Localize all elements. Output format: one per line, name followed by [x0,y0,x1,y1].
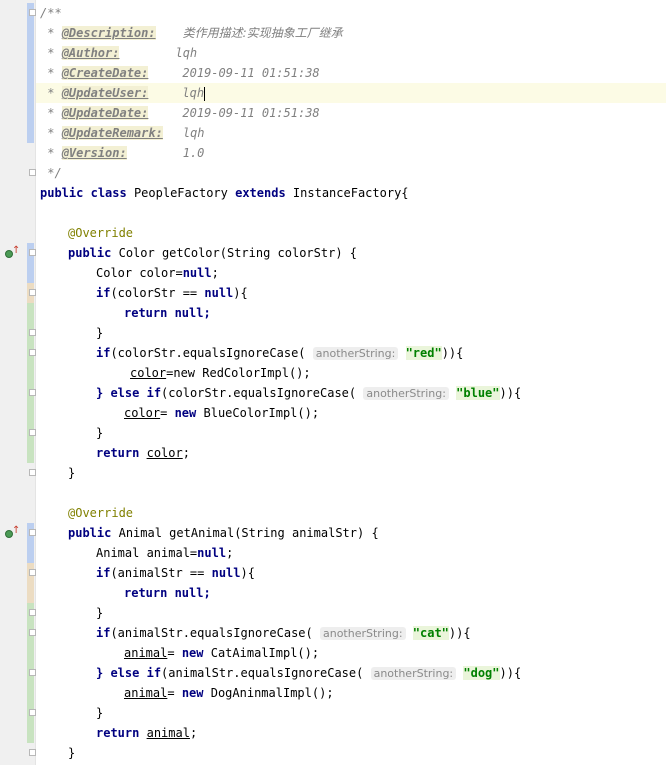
javadoc-line: * @UpdateDate: 2019-09-11 01:51:38 [40,106,320,120]
fold-marker[interactable] [29,629,36,636]
javadoc-tag: @CreateDate: [61,66,149,80]
editor-gutter: ↑ ↑ [0,0,36,765]
fold-marker[interactable] [29,249,36,256]
text-caret [204,86,206,101]
fold-marker[interactable] [29,389,36,396]
method-close: } [68,466,76,480]
code-line: Color color=null; [96,266,219,280]
code-line: } else if(animalStr.equalsIgnoreCase( an… [96,666,522,680]
javadoc-tag: @UpdateDate: [61,106,149,120]
javadoc-tag: @UpdateUser: [61,86,149,100]
code-line: return color; [96,446,190,460]
javadoc-tag: @Description: [61,26,156,40]
code-editor[interactable]: ↑ ↑ /** * @Description: 类作用描述:实现抽象工厂继承 * … [0,0,666,765]
class-declaration: public class PeopleFactory extends Insta… [40,186,409,200]
fold-marker[interactable] [29,329,36,336]
code-line: } [96,706,104,720]
fold-marker[interactable] [29,429,36,436]
javadoc-value: lqh [182,126,205,140]
code-line: if(colorStr == null){ [96,286,248,300]
code-line: } else if(colorStr.equalsIgnoreCase( ano… [96,386,522,400]
parameter-hint: anotherString: [363,387,449,400]
javadoc-value: lqh [182,86,205,100]
code-line: if(animalStr == null){ [96,566,255,580]
javadoc-open: /** [40,6,62,20]
implements-method-icon[interactable]: ↑ [5,245,20,260]
fold-marker[interactable] [29,569,36,576]
gutter-separator [35,0,36,765]
parent-class: InstanceFactory{ [292,186,409,200]
class-name: PeopleFactory [133,186,228,200]
code-line: } [96,606,104,620]
javadoc-line: * @UpdateRemark: lqh [40,126,205,140]
javadoc-tag: @UpdateRemark: [61,126,163,140]
code-line: if(animalStr.equalsIgnoreCase( anotherSt… [96,626,471,640]
javadoc-value: lqh [175,46,198,60]
javadoc-value: 2019-09-11 01:51:38 [182,106,320,120]
javadoc-line: * @Version: 1.0 [40,146,205,160]
method-signature: public Color getColor(String colorStr) { [68,246,358,260]
code-line: return animal; [96,726,198,740]
code-line: color=new RedColorImpl(); [130,366,311,380]
string-literal: "dog" [463,666,500,680]
fold-marker[interactable] [29,529,36,536]
code-line: return null; [124,306,211,320]
javadoc-line: * @UpdateUser: lqh [40,86,206,101]
string-literal: "cat" [412,626,449,640]
javadoc-line: * @Author: lqh [40,46,198,60]
javadoc-value: 2019-09-11 01:51:38 [182,66,320,80]
parameter-hint: anotherString: [312,347,399,360]
parameter-hint: anotherString: [319,627,406,640]
fold-marker[interactable] [29,469,36,476]
override-annotation: @Override [68,226,134,240]
string-literal: "blue" [456,386,500,400]
fold-marker[interactable] [29,9,36,16]
code-line: color= new BlueColorImpl(); [124,406,320,420]
fold-marker[interactable] [29,169,36,176]
method-signature: public Animal getAnimal(String animalStr… [68,526,379,540]
code-line: return null; [124,586,211,600]
fold-marker[interactable] [29,609,36,616]
override-annotation: @Override [68,506,134,520]
fold-marker[interactable] [29,709,36,716]
javadoc-close: */ [40,166,62,180]
javadoc-line: * @Description: 类作用描述:实现抽象工厂继承 [40,26,343,40]
javadoc-value: 1.0 [182,146,205,160]
code-line: if(colorStr.equalsIgnoreCase( anotherStr… [96,346,464,360]
javadoc-line: * @CreateDate: 2019-09-11 01:51:38 [40,66,320,80]
method-close: } [68,746,76,760]
vcs-change-bar[interactable] [27,3,34,143]
code-line: } [96,326,104,340]
string-literal: "red" [405,346,442,360]
javadoc-tag: @Version: [61,146,127,160]
javadoc-tag: @Author: [61,46,120,60]
fold-marker[interactable] [29,349,36,356]
code-line: animal= new CatAimalImpl(); [124,646,320,660]
parameter-hint: anotherString: [370,667,457,680]
implements-method-icon[interactable]: ↑ [5,525,20,540]
javadoc-value: 类作用描述:实现抽象工厂继承 [182,26,343,40]
fold-marker[interactable] [29,749,36,756]
fold-marker[interactable] [29,669,36,676]
fold-marker[interactable] [29,289,36,296]
code-line: } [96,426,104,440]
code-line: animal= new DogAninmalImpl(); [124,686,334,700]
vcs-change-bar[interactable] [27,303,34,463]
code-line: Animal animal=null; [96,546,234,560]
